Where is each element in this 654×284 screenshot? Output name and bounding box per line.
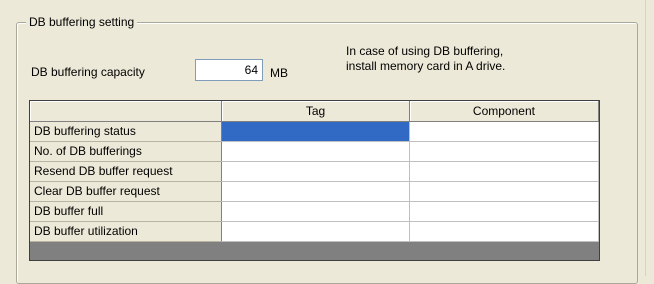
tag-cell[interactable] <box>221 181 410 202</box>
tag-cell[interactable] <box>221 221 410 242</box>
capacity-input[interactable] <box>195 59 263 81</box>
row-label: Clear DB buffer request <box>30 181 223 202</box>
capacity-unit: MB <box>270 66 288 80</box>
component-cell[interactable] <box>409 141 599 162</box>
groupbox-title: DB buffering setting <box>26 15 138 29</box>
column-header-component[interactable]: Component <box>409 101 599 122</box>
row-label: DB buffering status <box>30 121 223 142</box>
component-cell[interactable] <box>409 221 599 242</box>
tag-cell[interactable] <box>221 121 410 142</box>
table-row: No. of DB bufferings <box>30 141 599 162</box>
component-cell[interactable] <box>409 181 599 202</box>
row-label: Resend DB buffer request <box>30 161 223 182</box>
table-row: Resend DB buffer request <box>30 161 599 182</box>
memory-card-note: In case of using DB buffering, install m… <box>346 44 505 74</box>
column-header-tag[interactable]: Tag <box>221 101 410 122</box>
component-cell[interactable] <box>409 201 599 222</box>
row-label: No. of DB bufferings <box>30 141 223 162</box>
db-buffer-grid: Tag Component DB buffering status No. of… <box>29 100 600 261</box>
grid-header-row: Tag Component <box>30 101 599 122</box>
table-row: DB buffer full <box>30 201 599 222</box>
note-line-1: In case of using DB buffering, <box>346 44 504 58</box>
table-row: DB buffering status <box>30 121 599 142</box>
note-line-2: install memory card in A drive. <box>346 59 506 73</box>
table-row: DB buffer utilization <box>30 221 599 242</box>
window-edge <box>645 0 654 276</box>
corner-header <box>30 101 223 122</box>
tag-cell[interactable] <box>221 201 410 222</box>
capacity-label: DB buffering capacity <box>31 65 145 79</box>
tag-cell[interactable] <box>221 161 410 182</box>
tag-cell[interactable] <box>221 141 410 162</box>
component-cell[interactable] <box>409 161 599 182</box>
component-cell[interactable] <box>409 121 599 142</box>
row-label: DB buffer utilization <box>30 221 223 242</box>
row-label: DB buffer full <box>30 201 223 222</box>
table-row: Clear DB buffer request <box>30 181 599 202</box>
